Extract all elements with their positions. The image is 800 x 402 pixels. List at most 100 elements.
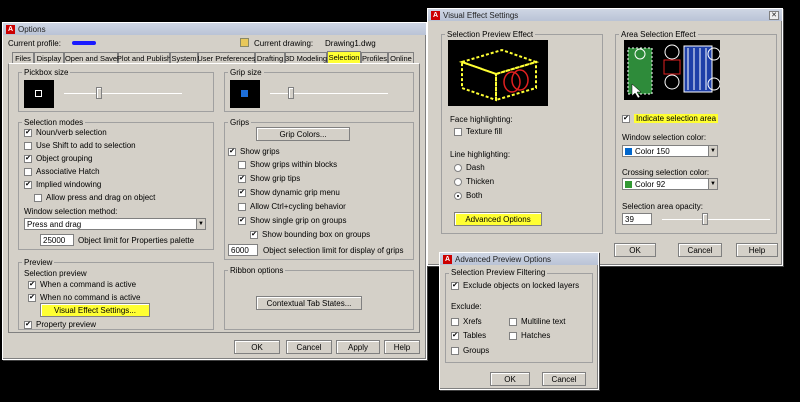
tab-profiles[interactable]: Profiles (361, 52, 388, 63)
grip-limit-input[interactable]: 6000 (228, 244, 258, 256)
drawing-icon (240, 38, 249, 47)
xrefs-checkbox[interactable]: Xrefs (451, 317, 482, 326)
tab-display[interactable]: Display (34, 52, 64, 63)
pickbox-slider-thumb[interactable] (96, 87, 102, 99)
advanced-preview-titlebar[interactable]: A Advanced Preview Options (440, 253, 598, 265)
grip-tips-checkbox[interactable]: ✔ Show grip tips (238, 174, 300, 183)
press-and-drag-checkbox[interactable]: Allow press and drag on object (34, 193, 155, 202)
input-value: 25000 (43, 235, 66, 245)
groups-checkbox[interactable]: Groups (451, 346, 489, 355)
grip-size-slider-thumb[interactable] (288, 87, 294, 99)
both-radio[interactable]: Both (454, 191, 482, 200)
checkbox-label: Multiline text (521, 317, 566, 326)
property-preview-checkbox[interactable]: ✔ Property preview (24, 320, 96, 329)
advanced-cancel-button[interactable]: Cancel (542, 372, 586, 386)
implied-windowing-checkbox[interactable]: ✔ Implied windowing (24, 180, 101, 189)
visual-ok-button[interactable]: OK (614, 243, 656, 257)
multiline-text-checkbox[interactable]: Multiline text (509, 317, 565, 326)
tab-label: Selection (328, 53, 360, 62)
hatches-checkbox[interactable]: Hatches (509, 331, 550, 340)
grip-colors-button[interactable]: Grip Colors... (256, 127, 350, 141)
grip-size-preview (230, 80, 260, 108)
dynamic-grip-menu-checkbox[interactable]: ✔ Show dynamic grip menu (238, 188, 340, 197)
tab-label: Drafting (256, 53, 284, 63)
bounding-box-groups-checkbox[interactable]: ✔ Show bounding box on groups (250, 230, 370, 239)
checkbox-mark (238, 160, 246, 169)
window-color-dropdown[interactable]: Color 150 ▼ (622, 145, 718, 157)
tab-files[interactable]: Files (12, 52, 34, 63)
checkbox-mark (451, 346, 459, 355)
checkbox-mark: ✔ (24, 320, 32, 329)
checkbox-mark (509, 317, 517, 326)
advanced-ok-button[interactable]: OK (490, 372, 530, 386)
checkbox-mark (454, 127, 462, 136)
opacity-slider-track[interactable] (662, 219, 770, 220)
visual-effect-settings-button[interactable]: Visual Effect Settings... (40, 303, 150, 317)
tab-plot-and-publish[interactable]: Plot and Publish (117, 52, 171, 63)
pickbox-slider-track[interactable] (64, 93, 182, 94)
thicken-radio[interactable]: Thicken (454, 177, 494, 186)
autocad-app-icon: A (6, 24, 15, 34)
checkbox-mark: ✔ (451, 331, 459, 340)
checkbox-mark: ✔ (250, 230, 258, 239)
tab-3d-modeling[interactable]: 3D Modeling (285, 52, 327, 63)
object-limit-input[interactable]: 25000 (40, 234, 74, 246)
tables-checkbox[interactable]: ✔ Tables (451, 331, 486, 340)
radio-mark (454, 177, 462, 186)
tab-open-and-save[interactable]: Open and Save (64, 52, 118, 63)
options-apply-button[interactable]: Apply (336, 340, 380, 354)
tab-system[interactable]: System (170, 52, 198, 63)
checkbox-mark: ✔ (451, 281, 459, 290)
selection-preview-label: Selection preview (24, 269, 87, 278)
preview-command-active-checkbox[interactable]: ✔ When a command is active (28, 280, 136, 289)
button-label: Grip Colors... (279, 129, 327, 139)
tab-drafting[interactable]: Drafting (255, 52, 285, 63)
checkbox-mark (509, 331, 517, 340)
grips-within-blocks-checkbox[interactable]: Show grips within blocks (238, 160, 337, 169)
indicate-selection-area-checkbox[interactable]: ✔ Indicate selection area (622, 114, 719, 123)
options-cancel-button[interactable]: Cancel (286, 340, 332, 354)
tab-label: Files (15, 53, 31, 63)
visual-effect-title: Visual Effect Settings (443, 10, 519, 20)
ctrl-cycling-checkbox[interactable]: Allow Ctrl+cycling behavior (238, 202, 346, 211)
object-grouping-checkbox[interactable]: ✔ Object grouping (24, 154, 92, 163)
window-method-dropdown[interactable]: Press and drag ▼ (24, 218, 206, 230)
visual-cancel-button[interactable]: Cancel (678, 243, 722, 257)
opacity-slider-thumb[interactable] (702, 213, 708, 225)
close-icon[interactable]: ✕ (769, 10, 779, 20)
options-help-button[interactable]: Help (384, 340, 420, 354)
button-label: Help (748, 245, 766, 255)
opacity-input[interactable]: 39 (622, 213, 652, 225)
button-label: Cancel (296, 342, 322, 352)
button-label: Visual Effect Settings... (54, 305, 136, 315)
checkbox-label: Object grouping (36, 154, 93, 163)
checkbox-label: Property preview (36, 320, 97, 329)
options-titlebar[interactable]: A Options (3, 23, 426, 35)
tab-selection[interactable]: Selection (327, 51, 361, 63)
visual-effect-titlebar[interactable]: A Visual Effect Settings ✕ (428, 9, 782, 21)
tab-online[interactable]: Online (388, 52, 414, 63)
crossing-color-label: Crossing selection color: (622, 168, 710, 177)
use-shift-checkbox[interactable]: Use Shift to add to selection (24, 141, 136, 150)
checkbox-label: Use Shift to add to selection (36, 141, 136, 150)
radio-label: Dash (466, 163, 485, 172)
dash-radio[interactable]: Dash (454, 163, 485, 172)
checkbox-label: Allow Ctrl+cycling behavior (250, 202, 346, 211)
single-grip-groups-checkbox[interactable]: ✔ Show single grip on groups (238, 216, 347, 225)
texture-fill-checkbox[interactable]: Texture fill (454, 127, 502, 136)
exclude-locked-layers-checkbox[interactable]: ✔ Exclude objects on locked layers (451, 281, 579, 290)
wireframe-box-preview (458, 48, 540, 102)
contextual-tab-states-button[interactable]: Contextual Tab States... (256, 296, 362, 310)
show-grips-checkbox[interactable]: ✔ Show grips (228, 147, 280, 156)
autocad-app-icon: A (431, 10, 440, 20)
preview-no-command-checkbox[interactable]: ✔ When no command is active (28, 293, 141, 302)
input-value: 6000 (231, 245, 249, 255)
options-ok-button[interactable]: OK (234, 340, 280, 354)
tab-user-preferences[interactable]: User Preferences (197, 52, 256, 63)
noun-verb-checkbox[interactable]: ✔ Noun/verb selection (24, 128, 107, 137)
crossing-color-dropdown[interactable]: Color 92 ▼ (622, 178, 718, 190)
visual-help-button[interactable]: Help (736, 243, 778, 257)
tab-label: Online (390, 53, 412, 63)
associative-hatch-checkbox[interactable]: Associative Hatch (24, 167, 100, 176)
advanced-options-button[interactable]: Advanced Options (454, 212, 542, 226)
